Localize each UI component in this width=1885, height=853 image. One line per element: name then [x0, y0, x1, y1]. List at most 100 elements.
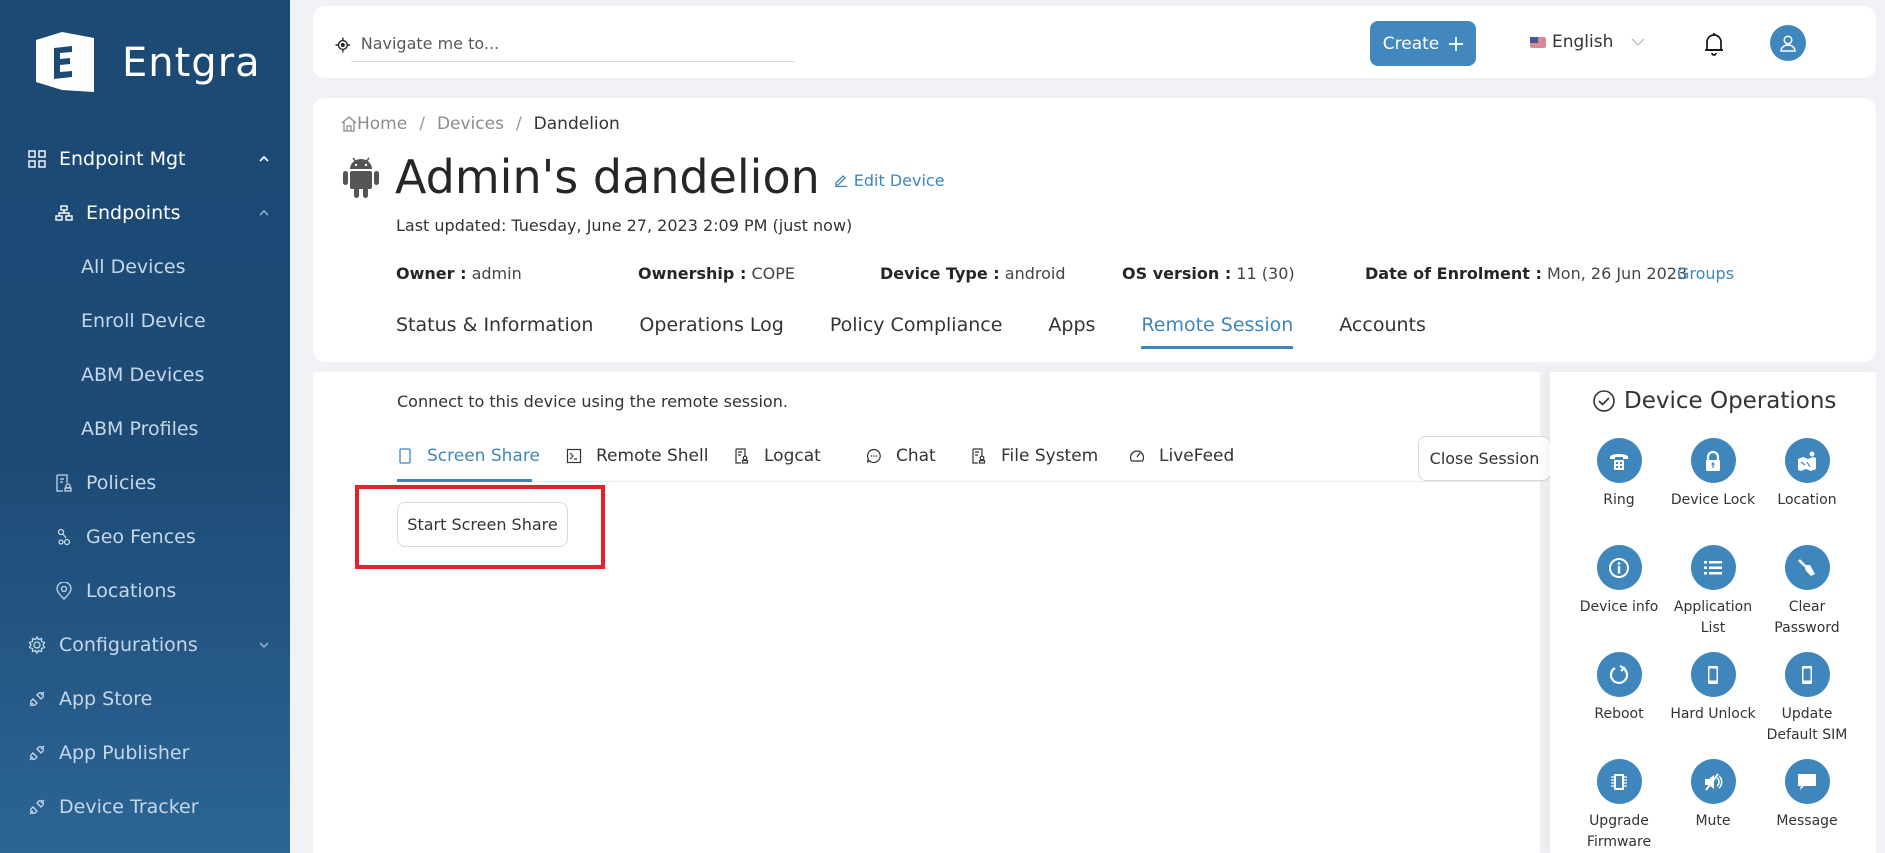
navigate-search	[335, 28, 795, 62]
sidebar-item-label: All Devices	[81, 256, 186, 278]
sidebar-item-label: App Store	[59, 688, 153, 710]
android-icon	[343, 157, 379, 198]
create-label: Create	[1382, 33, 1440, 54]
sidebar-item-app-store[interactable]: App Store	[28, 688, 152, 710]
tab-remote-session[interactable]: Remote Session	[1141, 314, 1293, 349]
breadcrumb-devices[interactable]: Devices	[437, 114, 504, 134]
close-session-button[interactable]: Close Session	[1418, 436, 1551, 481]
sidebar-item-abm-devices[interactable]: ABM Devices	[81, 364, 204, 386]
hierarchy-icon	[55, 204, 73, 222]
op-ring[interactable]: Ring	[1569, 438, 1669, 511]
device-type-label: Device Type :	[880, 264, 1000, 283]
locate-icon	[335, 37, 351, 53]
sidebar-item-endpoint-mgt[interactable]: Endpoint Mgt	[28, 148, 290, 170]
mobile-icon	[397, 448, 413, 464]
sidebar-item-label: Device Tracker	[59, 796, 199, 818]
navigate-input[interactable]	[350, 28, 795, 62]
user-icon	[1780, 35, 1796, 52]
lock-icon	[1706, 450, 1720, 471]
breadcrumb-home[interactable]: Home	[357, 114, 407, 134]
owner-field: Owner : admin	[396, 264, 522, 283]
info-icon	[1609, 557, 1629, 578]
mobile-icon	[1708, 665, 1718, 684]
location-pin-icon	[55, 582, 73, 600]
op-location[interactable]: Location	[1757, 438, 1857, 511]
op-label: Update Default SIM	[1766, 706, 1848, 743]
broom-icon	[1798, 558, 1815, 576]
tab-operations-log[interactable]: Operations Log	[639, 314, 783, 348]
sidebar-item-app-publisher[interactable]: App Publisher	[28, 742, 189, 764]
device-operations-panel: Device Operations Ring Device Lock Locat…	[1550, 372, 1876, 853]
ownership-value: COPE	[751, 264, 795, 283]
last-updated: Last updated: Tuesday, June 27, 2023 2:0…	[396, 216, 853, 235]
device-type-value: android	[1004, 264, 1066, 283]
op-label: Upgrade Firmware	[1586, 813, 1652, 850]
sidebar: Entgra Endpoint Mgt Endpoints All Device…	[0, 0, 290, 853]
op-hard-unlock[interactable]: Hard Unlock	[1663, 652, 1763, 725]
op-label: Application List	[1673, 599, 1753, 636]
tab-apps[interactable]: Apps	[1048, 314, 1095, 348]
user-avatar[interactable]	[1770, 25, 1806, 61]
breadcrumb-separator: /	[419, 114, 425, 134]
enrolment-date-label: Date of Enrolment :	[1365, 264, 1542, 283]
plug-icon	[28, 798, 46, 816]
device-operations-label: Device Operations	[1624, 388, 1837, 414]
start-screen-share-button[interactable]: Start Screen Share	[397, 502, 568, 547]
sidebar-item-device-tracker[interactable]: Device Tracker	[28, 796, 199, 818]
owner-value: admin	[471, 264, 522, 283]
op-clear-password[interactable]: Clear Password	[1757, 545, 1857, 639]
chip-icon	[1611, 773, 1627, 790]
sidebar-item-geo-fences[interactable]: Geo Fences	[55, 526, 196, 548]
op-reboot[interactable]: Reboot	[1569, 652, 1669, 725]
policy-icon	[55, 474, 73, 492]
owner-label: Owner :	[396, 264, 467, 283]
subtab-file-system[interactable]: File System	[971, 446, 1098, 466]
op-label: Hard Unlock	[1670, 706, 1756, 722]
op-upgrade-firmware[interactable]: Upgrade Firmware	[1569, 759, 1669, 853]
op-label: Device info	[1579, 599, 1659, 615]
edit-device-link[interactable]: Edit Device	[834, 171, 945, 190]
op-device-info[interactable]: Device info	[1569, 545, 1669, 618]
sidebar-item-endpoints[interactable]: Endpoints	[55, 202, 290, 224]
sidebar-item-policies[interactable]: Policies	[55, 472, 156, 494]
sidebar-item-label: Configurations	[59, 634, 198, 656]
subtab-label: Screen Share	[427, 446, 540, 466]
subtab-logcat[interactable]: Logcat	[734, 446, 821, 466]
chat-icon	[866, 448, 882, 464]
tab-accounts[interactable]: Accounts	[1339, 314, 1426, 348]
op-device-lock[interactable]: Device Lock	[1663, 438, 1763, 511]
op-application-list[interactable]: Application List	[1663, 545, 1763, 639]
sidebar-item-label: ABM Devices	[81, 364, 205, 386]
op-label: Mute	[1695, 813, 1731, 829]
sidebar-item-all-devices[interactable]: All Devices	[81, 256, 185, 278]
sidebar-item-locations[interactable]: Locations	[55, 580, 176, 602]
sidebar-item-label: Endpoints	[86, 202, 181, 224]
tab-status-information[interactable]: Status & Information	[396, 314, 593, 348]
logo[interactable]: Entgra	[32, 28, 261, 98]
subtab-screen-share[interactable]: Screen Share	[397, 446, 540, 466]
enrolment-date-field: Date of Enrolment : Mon, 26 Jun 2023	[1365, 264, 1687, 283]
subtab-livefeed[interactable]: LiveFeed	[1129, 446, 1234, 466]
create-button[interactable]: Create	[1370, 21, 1476, 66]
map-icon	[1798, 451, 1816, 471]
subtab-chat[interactable]: Chat	[866, 446, 936, 466]
grid-icon	[28, 150, 46, 168]
op-label: Message	[1776, 813, 1838, 829]
sidebar-item-configurations[interactable]: Configurations	[28, 634, 290, 656]
op-update-default-sim[interactable]: Update Default SIM	[1757, 652, 1857, 746]
tab-policy-compliance[interactable]: Policy Compliance	[830, 314, 1003, 348]
op-message[interactable]: Message	[1757, 759, 1857, 832]
sidebar-item-label: Geo Fences	[86, 526, 196, 548]
sidebar-item-enroll-device[interactable]: Enroll Device	[81, 310, 206, 332]
op-mute[interactable]: Mute	[1663, 759, 1763, 832]
groups-link[interactable]: Groups	[1677, 264, 1734, 283]
reboot-icon	[1609, 664, 1629, 684]
os-version-label: OS version :	[1122, 264, 1232, 283]
op-label: Reboot	[1594, 706, 1644, 722]
language-select[interactable]: English	[1530, 32, 1645, 52]
subtab-remote-shell[interactable]: Remote Shell	[566, 446, 708, 466]
entgra-logo-icon	[36, 32, 94, 92]
sidebar-item-abm-profiles[interactable]: ABM Profiles	[81, 418, 198, 440]
bell-icon[interactable]	[1703, 31, 1725, 57]
language-value: English	[1552, 32, 1614, 52]
